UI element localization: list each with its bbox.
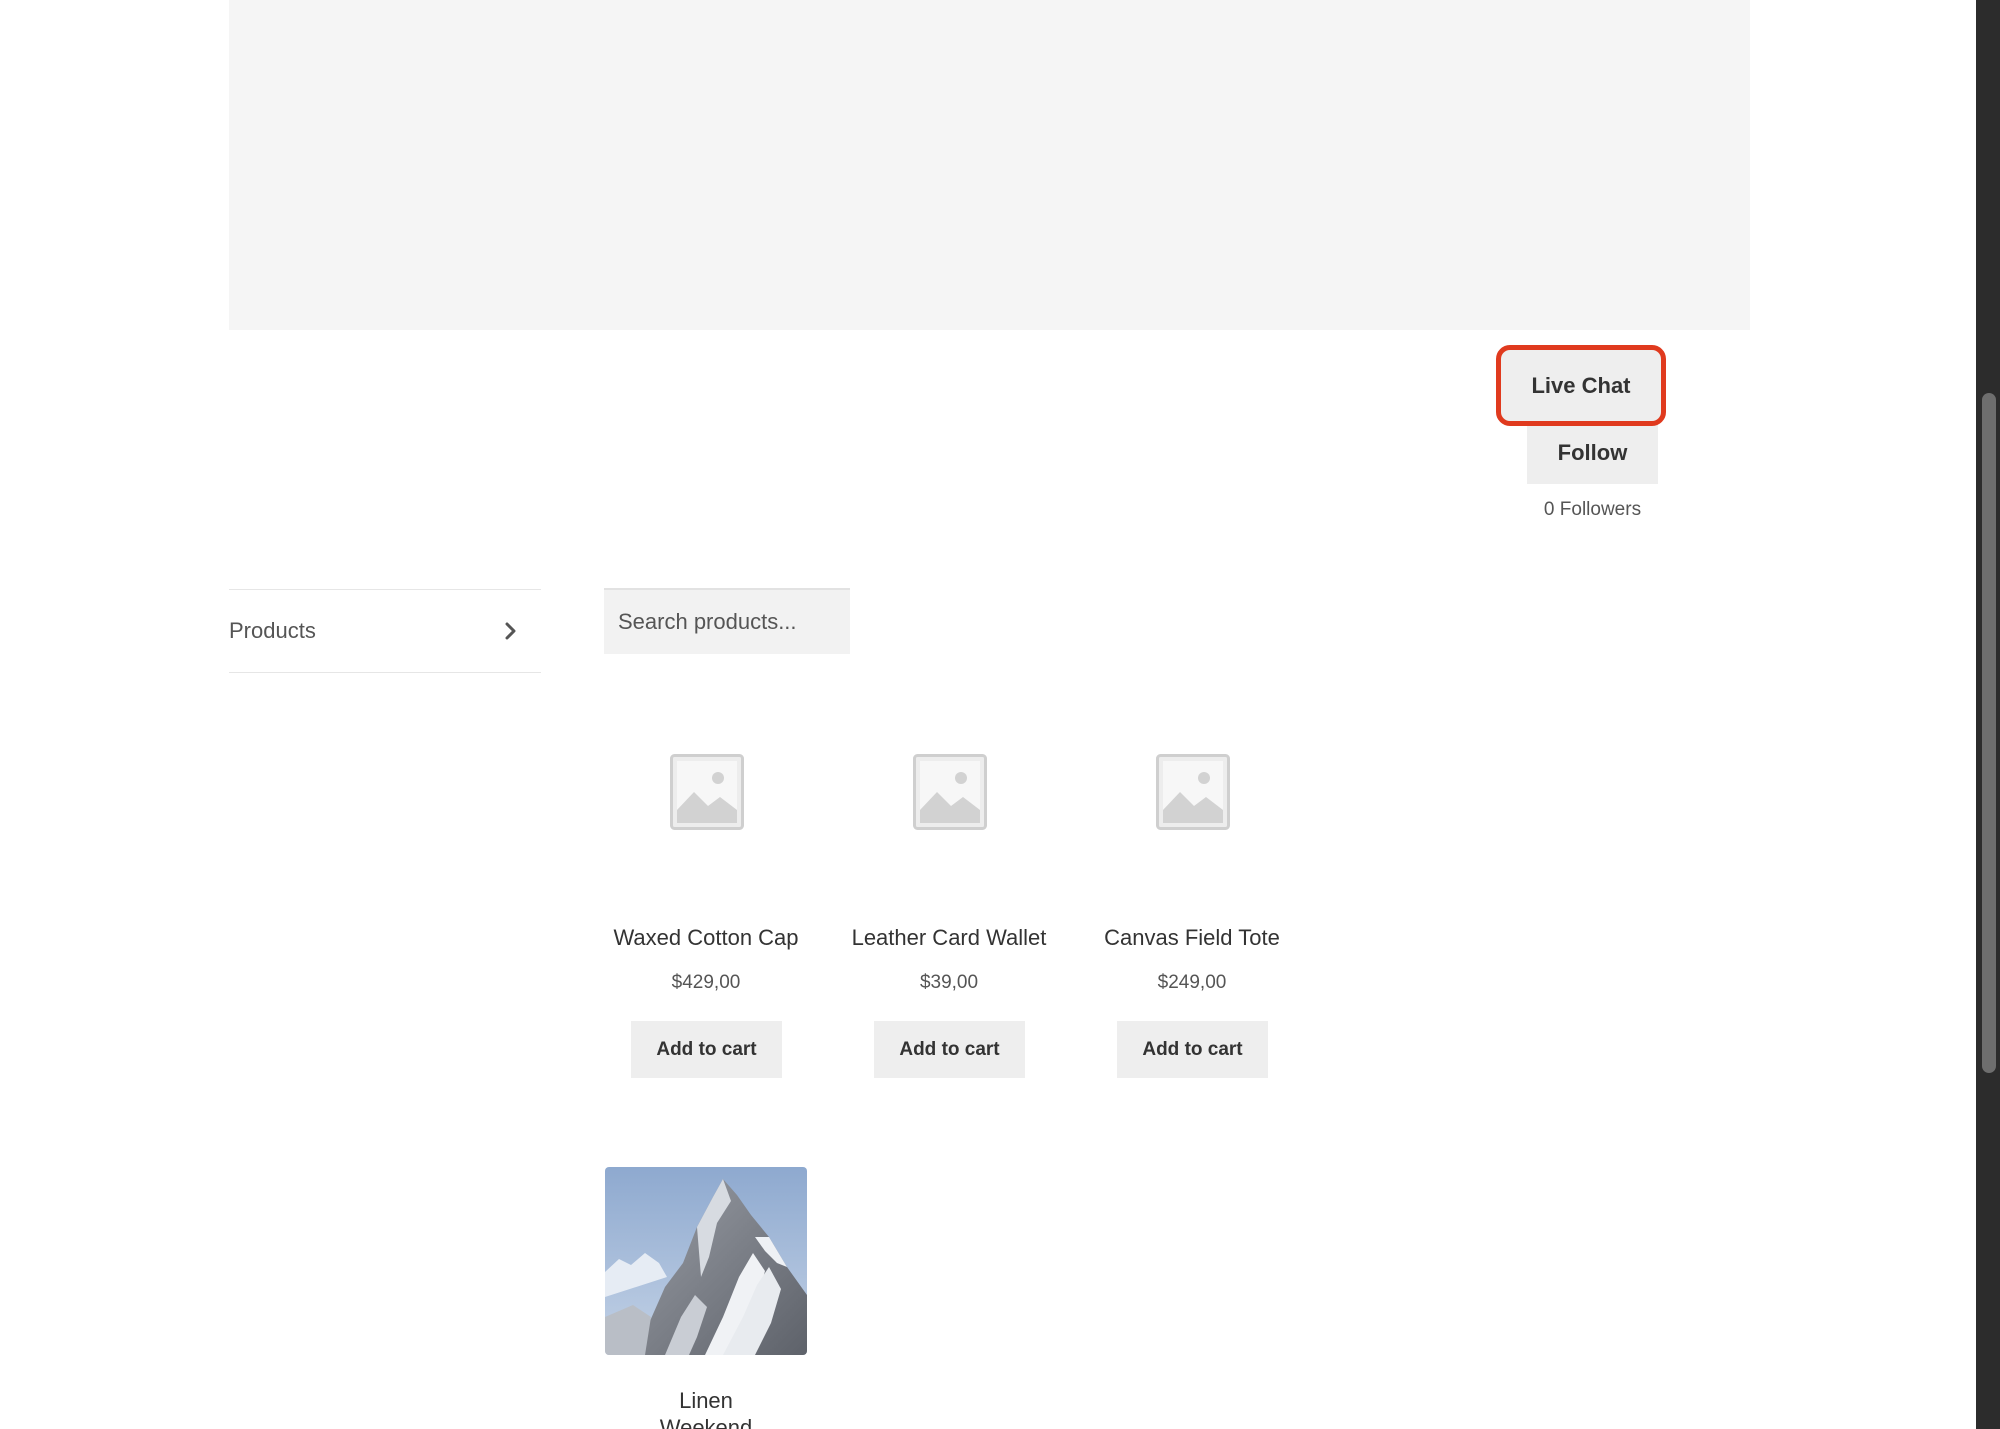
snowy-mountain-photo[interactable]	[605, 1167, 807, 1355]
chevron-right-icon	[499, 619, 523, 643]
product-price: $39,00	[919, 972, 979, 993]
scrollbar-track[interactable]	[1976, 0, 2000, 1429]
placeholder-image-icon[interactable]	[1156, 754, 1230, 830]
scrollbar-thumb[interactable]	[1982, 393, 1996, 1073]
product-price: $429,00	[671, 972, 741, 993]
add-to-cart-button[interactable]: Add to cart	[1117, 1021, 1268, 1078]
add-to-cart-button[interactable]: Add to cart	[631, 1021, 782, 1078]
placeholder-image-icon[interactable]	[670, 754, 744, 830]
placeholder-image-icon[interactable]	[913, 754, 987, 830]
product-title[interactable]: Waxed Cotton Cap	[606, 925, 806, 951]
store-banner	[229, 0, 1750, 330]
product-title[interactable]: Linen Weekend Duffel	[635, 1387, 777, 1429]
followers-count: 0 Followers	[1543, 499, 1642, 520]
product-title[interactable]: Canvas Field Tote	[1092, 925, 1292, 951]
product-title[interactable]: Leather Card Wallet	[849, 925, 1049, 951]
sidebar-item-products[interactable]: Products	[229, 589, 541, 673]
search-input[interactable]	[604, 588, 850, 654]
sidebar-item-label: Products	[229, 618, 316, 643]
follow-button[interactable]: Follow	[1527, 422, 1658, 484]
product-card: Leather Card Wallet $39,00 Add to cart	[849, 740, 1049, 1080]
product-card: Canvas Field Tote $249,00 Add to cart	[1092, 740, 1292, 1080]
store-page: Live Chat Follow 0 Followers Products Wa…	[0, 0, 1976, 1429]
add-to-cart-button[interactable]: Add to cart	[874, 1021, 1025, 1078]
product-card: Waxed Cotton Cap $429,00 Add to cart	[606, 740, 806, 1080]
product-price: $249,00	[1157, 972, 1227, 993]
live-chat-button[interactable]: Live Chat	[1496, 345, 1666, 426]
product-card: Linen Weekend Duffel	[605, 1167, 807, 1429]
